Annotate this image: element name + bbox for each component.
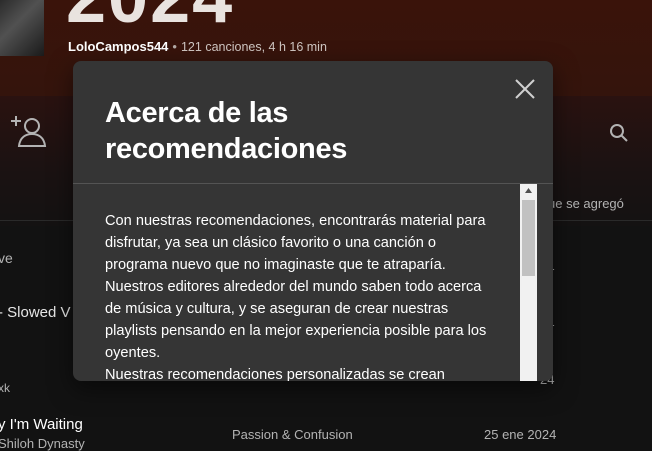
track-title[interactable]: ve xyxy=(0,250,13,266)
playlist-stats: 121 canciones, 4 h 16 min xyxy=(180,40,327,54)
track-album[interactable]: Passion & Confusion xyxy=(232,427,353,442)
scroll-down-arrow[interactable] xyxy=(520,376,537,381)
playlist-meta: LoloCampos544 • 121 canciones, 4 h 16 min xyxy=(68,39,327,54)
close-icon xyxy=(515,79,535,99)
playlist-title: 2024 xyxy=(66,0,234,34)
search-icon xyxy=(610,124,628,142)
dialog-title: Acerca de las recomendaciones xyxy=(105,97,348,165)
track-title[interactable]: - Slowed V xyxy=(0,304,71,321)
dialog-paragraph: Con nuestras recomendaciones, encontrará… xyxy=(105,213,487,361)
meta-separator: • xyxy=(172,39,177,54)
track-date: 25 ene 2024 xyxy=(484,427,557,442)
playlist-owner[interactable]: LoloCampos544 xyxy=(68,39,168,54)
playlist-cover xyxy=(0,0,44,56)
scroll-up-arrow[interactable] xyxy=(520,184,537,198)
dialog-scrollbar[interactable] xyxy=(520,184,537,381)
track-title[interactable]: y I'm Waiting xyxy=(0,416,83,433)
caret-up-icon xyxy=(525,188,532,193)
dialog-body: Con nuestras recomendaciones, encontrará… xyxy=(105,210,487,381)
add-user-icon xyxy=(11,116,47,147)
add-user-button[interactable] xyxy=(10,113,48,149)
close-button[interactable] xyxy=(512,76,538,102)
search-button[interactable] xyxy=(608,122,630,144)
dialog-paragraph: Nuestras recomendaciones personalizadas … xyxy=(105,367,445,381)
track-artist[interactable]: Shiloh Dynasty xyxy=(0,436,85,451)
scrollbar-thumb[interactable] xyxy=(522,200,535,276)
dialog-divider xyxy=(73,183,553,184)
recommendations-dialog: Acerca de las recomendaciones Con nuestr… xyxy=(73,61,553,381)
date-added-column-header[interactable]: ue se agregó xyxy=(548,196,624,211)
caret-down-icon xyxy=(520,376,537,381)
track-title[interactable]: xk xyxy=(0,381,10,395)
